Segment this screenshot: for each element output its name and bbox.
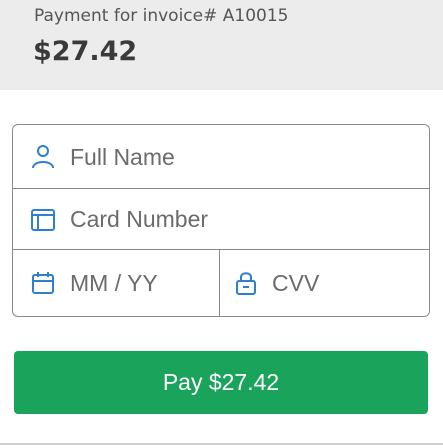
full-name-placeholder: Full Name [70, 143, 175, 170]
divider [0, 443, 443, 445]
payment-form: Full Name Card Number MM / YY CVV [12, 124, 430, 317]
cvv-placeholder: CVV [272, 269, 320, 296]
pay-button[interactable]: Pay $27.42 [14, 351, 428, 414]
cvv-field[interactable]: CVV [219, 249, 430, 317]
expiry-field[interactable]: MM / YY [12, 249, 220, 317]
amount-due: $27.42 [33, 36, 138, 67]
expiry-placeholder: MM / YY [70, 269, 158, 296]
payment-header: Payment for invoice# A10015 $27.42 [0, 0, 443, 90]
calendar-icon [29, 269, 57, 297]
credit-card-icon [29, 206, 57, 234]
invoice-label: Payment for invoice# A10015 [34, 6, 289, 26]
user-icon [29, 143, 57, 171]
lock-icon [232, 269, 260, 297]
full-name-field[interactable]: Full Name [12, 124, 430, 189]
card-number-field[interactable]: Card Number [12, 188, 430, 250]
card-number-placeholder: Card Number [70, 206, 209, 232]
